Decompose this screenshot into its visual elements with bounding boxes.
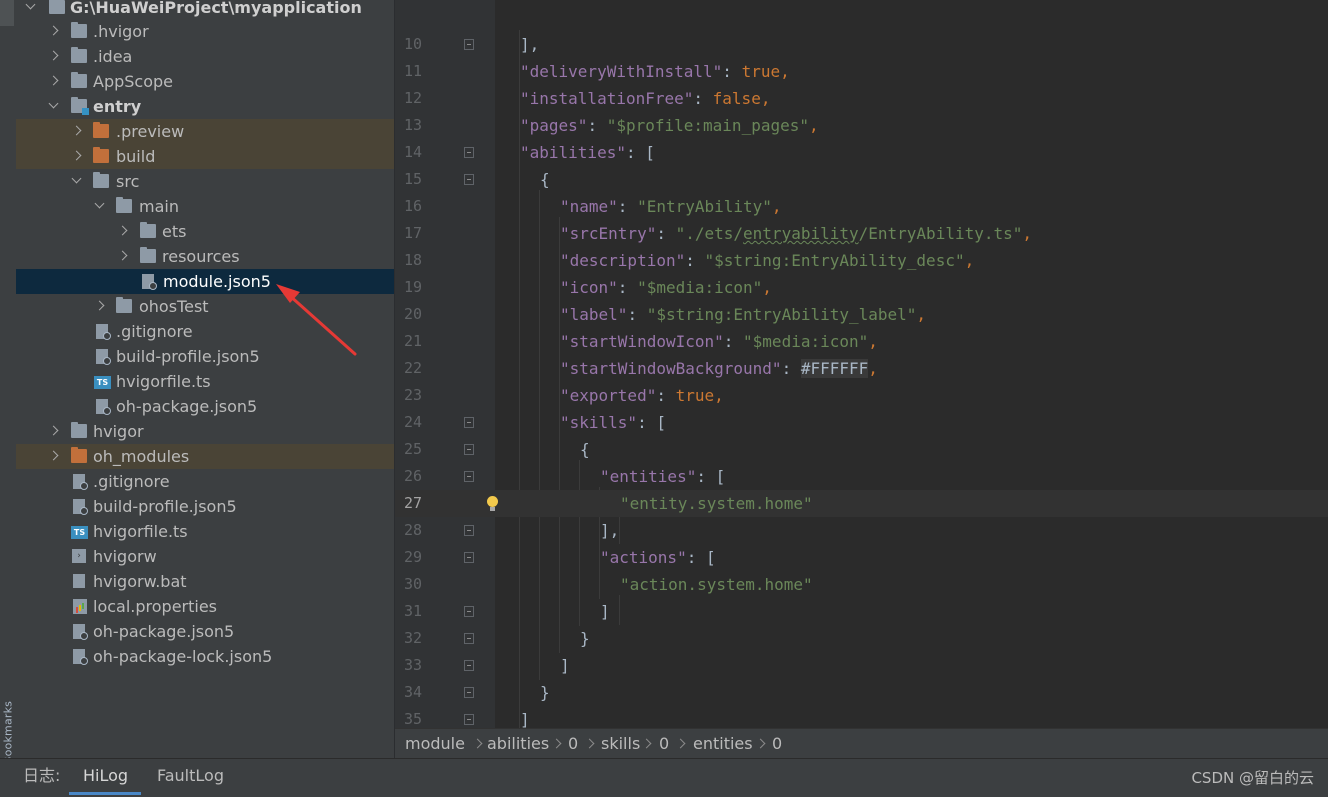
arrow-shaft [287, 293, 357, 356]
annotation-arrow [276, 284, 357, 356]
